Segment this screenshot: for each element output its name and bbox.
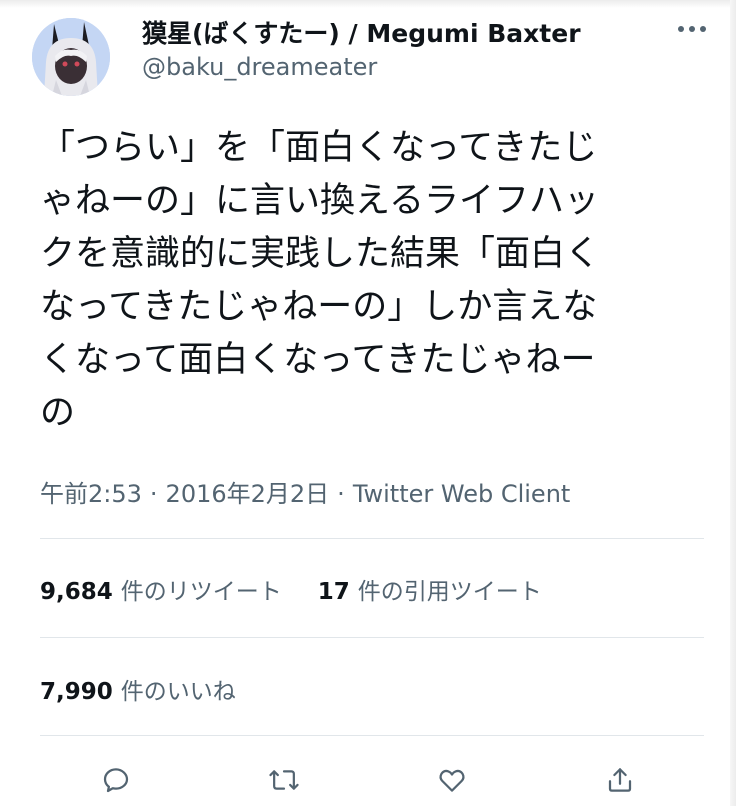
reply-button[interactable] — [96, 760, 136, 800]
likes-label: 件のいいね — [120, 679, 236, 705]
tweet-meta: 午前2:53 · 2016年2月2日 · Twitter Web Client — [40, 474, 570, 509]
likes-count: 7,990 — [40, 679, 113, 705]
quotes-label: 件の引用ツイート — [357, 579, 542, 605]
tweet-date[interactable]: 2016年2月2日 — [166, 480, 330, 508]
more-options-button[interactable] — [672, 18, 712, 40]
author-handle[interactable]: @baku_dreameater — [142, 53, 377, 81]
stats-row: 9,684 件のリツイート 17 件の引用ツイート — [40, 572, 542, 606]
like-icon — [439, 769, 465, 792]
share-button[interactable] — [600, 760, 640, 800]
reply-icon — [103, 768, 129, 793]
tweet-text-line: 「つらい」を「面白くなってきたじ — [40, 128, 598, 168]
tweet-text: 「つらい」を「面白くなってきたじ ゃねーの」に言い換えるライフハッ クを意識的に… — [40, 122, 720, 440]
retweets-label: 件のリツイート — [120, 579, 282, 605]
quotes-stat[interactable]: 17 件の引用ツイート — [318, 572, 542, 606]
author-display-name[interactable]: 獏星(ばくすたー) / Megumi Baxter — [142, 14, 581, 50]
tweet-text-line: なってきたじゃねーの」しか言えな — [40, 287, 598, 327]
tweet-text-line: ゃねーの」に言い換えるライフハッ — [40, 181, 599, 221]
retweets-stat[interactable]: 9,684 件のリツイート — [40, 572, 282, 606]
quotes-count: 17 — [317, 579, 350, 605]
tweet-source[interactable]: Twitter Web Client — [353, 480, 571, 508]
share-icon — [608, 768, 632, 792]
more-dot-icon — [700, 26, 706, 32]
more-dot-icon — [678, 26, 684, 32]
retweet-icon — [269, 770, 299, 790]
tweet-time[interactable]: 午前2:53 — [40, 480, 142, 508]
meta-separator: · — [337, 480, 345, 508]
tweet-text-line: の — [40, 393, 76, 433]
retweet-button[interactable] — [264, 760, 304, 800]
scrollbar-edge — [730, 0, 736, 806]
tweet-detail-page: 獏星(ばくすたー) / Megumi Baxter @baku_dreameat… — [0, 0, 736, 806]
avatar[interactable] — [32, 18, 110, 96]
avatar-bunny-character-icon — [32, 18, 110, 96]
more-dot-icon — [689, 26, 695, 32]
divider — [40, 637, 704, 638]
top-edge-shadow — [0, 0, 736, 8]
retweets-count: 9,684 — [40, 579, 113, 605]
tweet-text-line: くなって面白くなってきたじゃねー — [40, 340, 596, 380]
meta-separator: · — [149, 480, 158, 508]
like-button[interactable] — [432, 760, 472, 800]
tweet-text-line: クを意識的に実践した結果「面白く — [40, 234, 601, 274]
likes-stat[interactable]: 7,990 件のいいね — [40, 672, 236, 706]
divider — [40, 735, 704, 736]
divider — [40, 538, 704, 539]
